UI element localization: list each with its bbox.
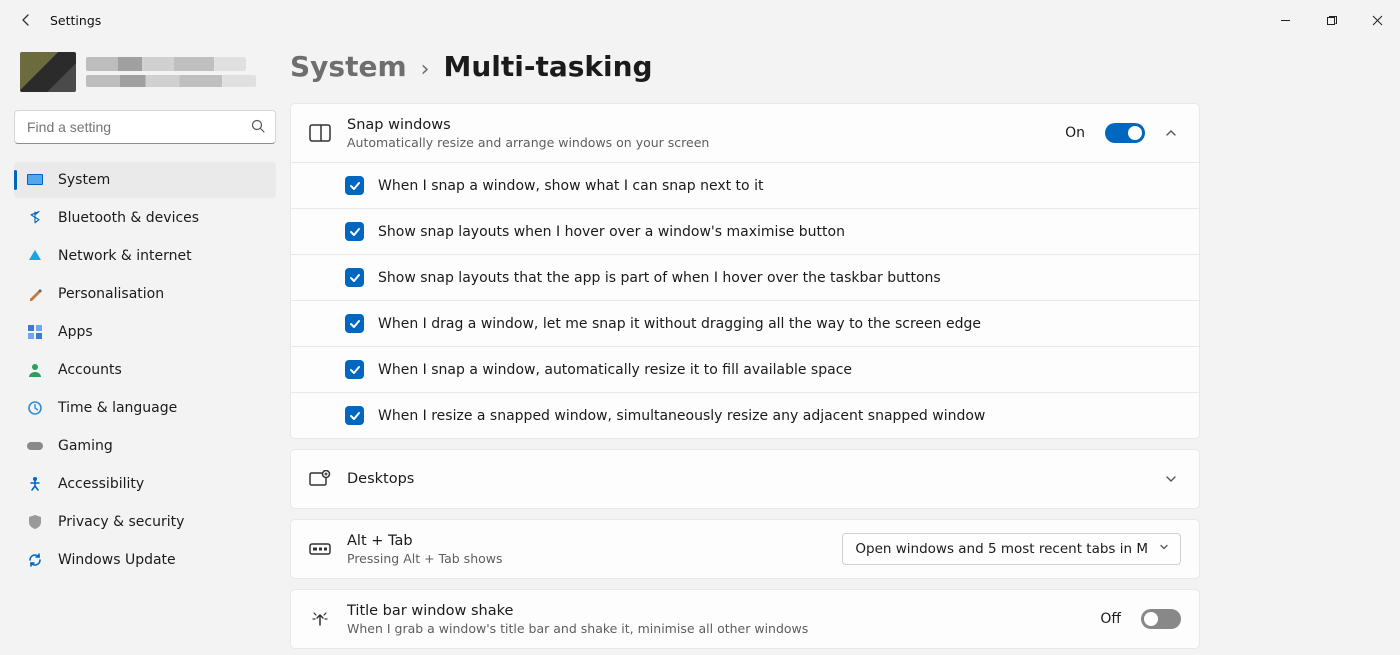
shake-icon: [309, 608, 331, 630]
search-field[interactable]: [14, 110, 276, 144]
snap-title: Snap windows: [347, 117, 1049, 133]
shake-group: Title bar window shake When I grab a win…: [290, 589, 1200, 649]
alttab-title: Alt + Tab: [347, 533, 826, 549]
desktops-icon: [309, 468, 331, 490]
apps-icon: [26, 323, 44, 341]
breadcrumb-parent[interactable]: System: [290, 50, 407, 83]
update-icon: [26, 551, 44, 569]
accessibility-icon: [26, 475, 44, 493]
gamepad-icon: [26, 437, 44, 455]
alttab-sub: Pressing Alt + Tab shows: [347, 551, 826, 566]
shield-icon: [26, 513, 44, 531]
nav-bluetooth[interactable]: Bluetooth & devices: [14, 200, 276, 236]
display-icon: [26, 171, 44, 189]
breadcrumb: System › Multi-tasking: [290, 50, 1380, 93]
shake-sub: When I grab a window's title bar and sha…: [347, 621, 1084, 636]
main-content: System › Multi-tasking Snap windows Auto…: [290, 40, 1400, 655]
nav-apps[interactable]: Apps: [14, 314, 276, 350]
search-icon: [250, 118, 266, 138]
alttab-selected: Open windows and 5 most recent tabs in M: [855, 541, 1148, 557]
alttab-icon: [309, 538, 331, 560]
snap-option-row[interactable]: Show snap layouts that the app is part o…: [291, 254, 1199, 300]
nav-personalisation[interactable]: Personalisation: [14, 276, 276, 312]
snap-windows-row[interactable]: Snap windows Automatically resize and ar…: [291, 104, 1199, 162]
checkbox[interactable]: [345, 268, 364, 287]
checkbox[interactable]: [345, 314, 364, 333]
snap-sub: Automatically resize and arrange windows…: [347, 135, 1049, 150]
alttab-dropdown[interactable]: Open windows and 5 most recent tabs in M: [842, 533, 1181, 565]
nav-accounts[interactable]: Accounts: [14, 352, 276, 388]
nav-network[interactable]: Network & internet: [14, 238, 276, 274]
snap-option-label: Show snap layouts when I hover over a wi…: [378, 224, 845, 240]
nav-label: Privacy & security: [58, 514, 184, 530]
snap-option-label: When I resize a snapped window, simultan…: [378, 408, 985, 424]
chevron-up-icon[interactable]: [1161, 126, 1181, 140]
back-button[interactable]: [14, 8, 38, 32]
shake-state-label: Off: [1100, 611, 1121, 627]
snap-option-label: Show snap layouts that the app is part o…: [378, 270, 941, 286]
nav-label: Apps: [58, 324, 93, 340]
account-name: [86, 57, 256, 87]
avatar: [20, 52, 76, 92]
globe-clock-icon: [26, 399, 44, 417]
nav-label: Accessibility: [58, 476, 144, 492]
maximize-button[interactable]: [1308, 0, 1354, 40]
nav-privacy[interactable]: Privacy & security: [14, 504, 276, 540]
nav-update[interactable]: Windows Update: [14, 542, 276, 578]
bluetooth-icon: [26, 209, 44, 227]
nav-label: Time & language: [58, 400, 177, 416]
nav: System Bluetooth & devices Network & int…: [14, 162, 276, 578]
nav-label: Personalisation: [58, 286, 164, 302]
close-button[interactable]: [1354, 0, 1400, 40]
checkbox[interactable]: [345, 406, 364, 425]
person-icon: [26, 361, 44, 379]
app-title: Settings: [50, 13, 101, 28]
alttab-row: Alt + Tab Pressing Alt + Tab shows Open …: [291, 520, 1199, 578]
window-controls: [1262, 0, 1400, 40]
wifi-icon: [26, 247, 44, 265]
snap-option-row[interactable]: When I resize a snapped window, simultan…: [291, 392, 1199, 438]
nav-label: Accounts: [58, 362, 122, 378]
snap-option-row[interactable]: When I snap a window, automatically resi…: [291, 346, 1199, 392]
chevron-down-icon[interactable]: [1161, 472, 1181, 486]
nav-accessibility[interactable]: Accessibility: [14, 466, 276, 502]
nav-label: System: [58, 172, 110, 188]
page-title: Multi-tasking: [443, 50, 652, 83]
snap-option-label: When I snap a window, automatically resi…: [378, 362, 852, 378]
checkbox[interactable]: [345, 176, 364, 195]
titlebar: Settings: [0, 0, 1400, 40]
nav-gaming[interactable]: Gaming: [14, 428, 276, 464]
checkbox[interactable]: [345, 360, 364, 379]
snap-option-row[interactable]: When I drag a window, let me snap it wit…: [291, 300, 1199, 346]
snap-option-label: When I drag a window, let me snap it wit…: [378, 316, 981, 332]
search-input[interactable]: [14, 110, 276, 144]
shake-toggle[interactable]: [1141, 609, 1181, 629]
desktops-row[interactable]: Desktops: [291, 450, 1199, 508]
alttab-group: Alt + Tab Pressing Alt + Tab shows Open …: [290, 519, 1200, 579]
shake-row: Title bar window shake When I grab a win…: [291, 590, 1199, 648]
account-header[interactable]: [14, 46, 276, 110]
snap-toggle[interactable]: [1105, 123, 1145, 143]
checkbox[interactable]: [345, 222, 364, 241]
desktops-group: Desktops: [290, 449, 1200, 509]
snap-option-label: When I snap a window, show what I can sn…: [378, 178, 763, 194]
nav-label: Windows Update: [58, 552, 176, 568]
snap-state-label: On: [1065, 125, 1085, 141]
desktops-title: Desktops: [347, 471, 1145, 487]
chevron-down-icon: [1158, 541, 1170, 557]
snap-option-row[interactable]: When I snap a window, show what I can sn…: [291, 162, 1199, 208]
snap-icon: [309, 122, 331, 144]
nav-label: Network & internet: [58, 248, 192, 264]
nav-label: Bluetooth & devices: [58, 210, 199, 226]
snap-windows-group: Snap windows Automatically resize and ar…: [290, 103, 1200, 439]
nav-system[interactable]: System: [14, 162, 276, 198]
nav-time[interactable]: Time & language: [14, 390, 276, 426]
minimize-button[interactable]: [1262, 0, 1308, 40]
nav-label: Gaming: [58, 438, 113, 454]
paint-icon: [26, 285, 44, 303]
breadcrumb-sep: ›: [421, 57, 430, 82]
sidebar: System Bluetooth & devices Network & int…: [0, 40, 290, 655]
snap-option-row[interactable]: Show snap layouts when I hover over a wi…: [291, 208, 1199, 254]
shake-title: Title bar window shake: [347, 603, 1084, 619]
